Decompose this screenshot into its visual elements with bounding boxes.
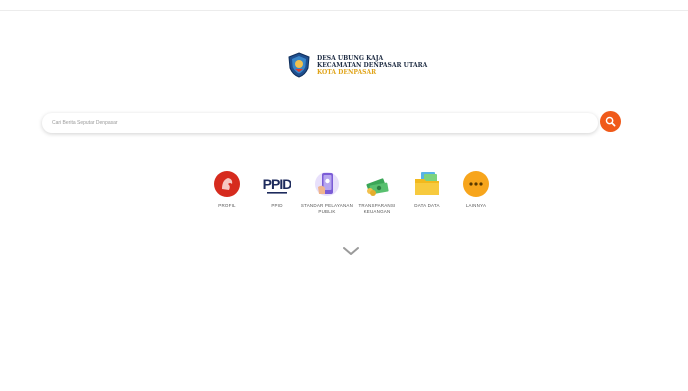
phone-service-icon — [315, 172, 339, 196]
menu-item-ppid[interactable]: PPID PPID — [250, 170, 304, 209]
folder-icon — [415, 172, 439, 195]
menu-label-standar-pelayanan: STANDAR PELAYANAN PUBLIK — [300, 203, 354, 214]
search-box — [42, 113, 598, 133]
brand-logo[interactable]: DESA UBUNG KAJA KECAMATAN DENPASAR UTARA… — [287, 52, 427, 78]
menu-item-data[interactable]: DATA DATA — [400, 170, 454, 209]
menu-label-lainnya: LAINNYA — [465, 203, 487, 208]
search-input[interactable] — [52, 113, 582, 133]
denpasar-emblem-icon — [288, 52, 310, 78]
search-icon — [605, 116, 616, 127]
menu-item-profil[interactable]: PROFIL — [200, 170, 254, 209]
chevron-down-icon[interactable] — [342, 246, 360, 256]
svg-text:PPID: PPID — [263, 176, 291, 192]
profil-icon — [214, 171, 240, 197]
menu-label-profil: PROFIL — [218, 203, 236, 208]
menu-label-transparansi: TRANSPARANSI KEUANGAN — [358, 203, 396, 214]
search-button[interactable] — [600, 111, 621, 132]
menu-item-lainnya[interactable]: LAINNYA — [449, 170, 503, 209]
menu-label-data: DATA DATA — [414, 203, 440, 208]
menu-label-ppid: PPID — [271, 203, 283, 208]
more-icon — [463, 171, 489, 197]
money-icon — [366, 178, 389, 196]
brand-line-1: DESA UBUNG KAJA — [317, 54, 384, 62]
top-bar — [0, 0, 688, 11]
brand-line-3: KOTA DENPASAR — [317, 68, 377, 76]
ppid-logo-icon: PPID — [263, 170, 291, 198]
menu-item-transparansi[interactable]: TRANSPARANSI KEUANGAN — [350, 170, 404, 215]
brand-line-2: KECAMATAN DENPASAR UTARA — [317, 61, 428, 69]
menu-item-standar-pelayanan[interactable]: STANDAR PELAYANAN PUBLIK — [300, 170, 354, 215]
